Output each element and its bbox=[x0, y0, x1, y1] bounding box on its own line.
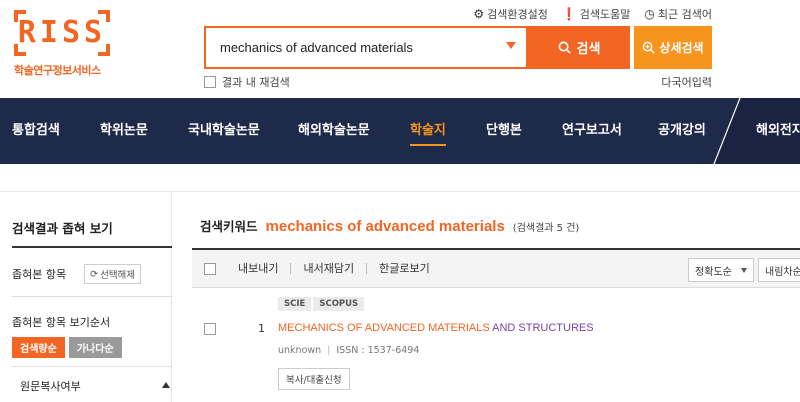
search-help-label: 검색도움말 bbox=[579, 8, 631, 21]
header: RISS 학술연구정보서비스 ⚙ 검색환경설정 ❗ 검색도움말 ◷ 최근 검색어… bbox=[0, 0, 800, 98]
narrowed-items-label: 좁혀본 항목 bbox=[12, 268, 67, 281]
save-to-library-button[interactable]: 내서재담기 bbox=[290, 263, 366, 274]
reset-selection-button[interactable]: ⟳ 선택해제 bbox=[84, 264, 142, 284]
index-badges: SCIE SCOPUS bbox=[278, 297, 365, 311]
search-settings-link[interactable]: ⚙ 검색환경설정 bbox=[473, 6, 548, 22]
order-select-value: 내림차순 bbox=[765, 266, 800, 278]
sort-select-value: 정확도순 bbox=[695, 266, 732, 278]
nav-item-integrated[interactable]: 통합검색 bbox=[12, 98, 60, 164]
advanced-search-icon bbox=[643, 41, 656, 54]
recent-searches-link[interactable]: ◷ 최근 검색어 bbox=[644, 6, 712, 22]
clock-icon: ◷ bbox=[644, 7, 655, 21]
meta-separator: | bbox=[327, 345, 331, 356]
sort-alphabetical-button[interactable]: 가나다순 bbox=[68, 337, 122, 358]
logo-subtitle: 학술연구정보서비스 bbox=[14, 64, 101, 77]
nav-item-reports[interactable]: 연구보고서 bbox=[562, 98, 622, 164]
nav-item-theses[interactable]: 학위논문 bbox=[100, 98, 148, 164]
order-select[interactable]: 내림차순 bbox=[758, 258, 800, 282]
keyword-value: mechanics of advanced materials bbox=[265, 218, 505, 235]
copy-availability-facet[interactable]: 원문복사여부 bbox=[20, 378, 81, 394]
search-button-label: 검색 bbox=[576, 42, 601, 57]
result-title-rest: AND STRUCTURES bbox=[489, 322, 594, 334]
nav-item-foreign-papers[interactable]: 해외학술논문 bbox=[298, 98, 370, 164]
filter-sidebar: 검색결과 좁혀 보기 좁혀본 항목 ⟳ 선택해제 좁혀본 항목 보기순서 검색량… bbox=[0, 192, 172, 402]
result-item: SCIE SCOPUS 1 MECHANICS OF ADVANCED MATE… bbox=[192, 294, 800, 394]
results-main: 검색키워드 mechanics of advanced materials (검… bbox=[192, 192, 800, 402]
search-box bbox=[204, 26, 528, 69]
refresh-icon: ⟳ bbox=[90, 268, 99, 280]
result-title-highlight: MECHANICS OF ADVANCED MATERIALS bbox=[278, 322, 490, 334]
research-within-option[interactable]: 결과 내 재검색 bbox=[204, 74, 290, 90]
result-count: (검색결과 5 건) bbox=[512, 223, 580, 234]
sort-select[interactable]: 정확도순 bbox=[688, 258, 754, 282]
nav-item-books[interactable]: 단행본 bbox=[486, 98, 522, 164]
chevron-down-icon bbox=[741, 268, 747, 273]
view-in-korean-button[interactable]: 한글로보기 bbox=[366, 263, 442, 274]
sidebar-divider bbox=[12, 366, 172, 367]
sidebar-title: 검색결과 좁혀 보기 bbox=[12, 221, 113, 236]
search-settings-label: 검색환경설정 bbox=[487, 8, 548, 21]
narrowed-items-row: 좁혀본 항목 ⟳ 선택해제 bbox=[12, 258, 172, 290]
main-nav: 통합검색 학위논문 국내학술논문 해외학술논문 학술지 단행본 연구보고서 공개… bbox=[0, 98, 800, 164]
search-help-link[interactable]: ❗ 검색도움말 bbox=[562, 6, 631, 22]
nav-item-open-lectures[interactable]: 공개강의 bbox=[658, 98, 706, 164]
nav-item-foreign-electronic[interactable]: 해외전자 bbox=[756, 98, 800, 164]
result-meta: unknown | ISSN : 1537-6494 bbox=[278, 345, 419, 356]
sort-order-options: 검색량순 가나다순 bbox=[12, 337, 122, 358]
copy-loan-request-button[interactable]: 복사/대출신청 bbox=[278, 368, 350, 390]
gear-icon: ⚙ bbox=[473, 7, 485, 21]
result-number: 1 bbox=[258, 322, 265, 335]
keyword-label: 검색키워드 bbox=[200, 219, 258, 234]
result-checkbox[interactable] bbox=[204, 323, 216, 335]
logo-text: RISS bbox=[17, 15, 107, 50]
advanced-search-button[interactable]: 상세검색 bbox=[634, 26, 712, 69]
research-within-checkbox[interactable] bbox=[204, 76, 216, 88]
sort-by-count-button[interactable]: 검색량순 bbox=[12, 337, 65, 358]
research-within-label: 결과 내 재검색 bbox=[222, 76, 290, 89]
multi-language-input-link[interactable]: 다국어입력 bbox=[661, 74, 712, 90]
sort-order-title: 좁혀본 항목 보기순서 bbox=[12, 316, 111, 329]
reset-selection-label: 선택해제 bbox=[100, 270, 136, 281]
logo-mark: RISS bbox=[14, 10, 110, 56]
result-issn: ISSN : 1537-6494 bbox=[336, 345, 420, 356]
collapse-caret-icon[interactable] bbox=[162, 382, 170, 388]
search-button[interactable]: 검색 bbox=[528, 26, 630, 69]
search-input[interactable] bbox=[206, 28, 496, 67]
riss-logo[interactable]: RISS 학술연구정보서비스 bbox=[14, 10, 110, 78]
sidebar-title-underline bbox=[12, 246, 172, 248]
nav-item-journals[interactable]: 학술지 bbox=[410, 98, 446, 164]
results-toolbar: 내보내기 내서재담기 한글로보기 정확도순 내림차순 bbox=[192, 248, 800, 288]
scopus-badge: SCOPUS bbox=[313, 297, 365, 311]
nav-item-domestic-papers[interactable]: 국내학술논문 bbox=[188, 98, 260, 164]
scie-badge: SCIE bbox=[278, 297, 312, 311]
select-all-checkbox[interactable] bbox=[204, 262, 216, 275]
top-links: ⚙ 검색환경설정 ❗ 검색도움말 ◷ 최근 검색어 bbox=[473, 6, 712, 22]
result-author: unknown bbox=[278, 345, 322, 356]
search-dropdown-icon[interactable] bbox=[506, 42, 516, 49]
recent-searches-label: 최근 검색어 bbox=[657, 8, 712, 21]
content-gap bbox=[0, 164, 800, 192]
sidebar-divider bbox=[12, 296, 172, 297]
keyword-row: 검색키워드 mechanics of advanced materials (검… bbox=[200, 216, 579, 235]
help-icon: ❗ bbox=[561, 7, 577, 21]
export-button[interactable]: 내보내기 bbox=[230, 263, 290, 274]
search-icon bbox=[558, 41, 571, 54]
advanced-search-label: 상세검색 bbox=[659, 41, 704, 55]
result-title-link[interactable]: MECHANICS OF ADVANCED MATERIALS AND STRU… bbox=[278, 322, 594, 334]
